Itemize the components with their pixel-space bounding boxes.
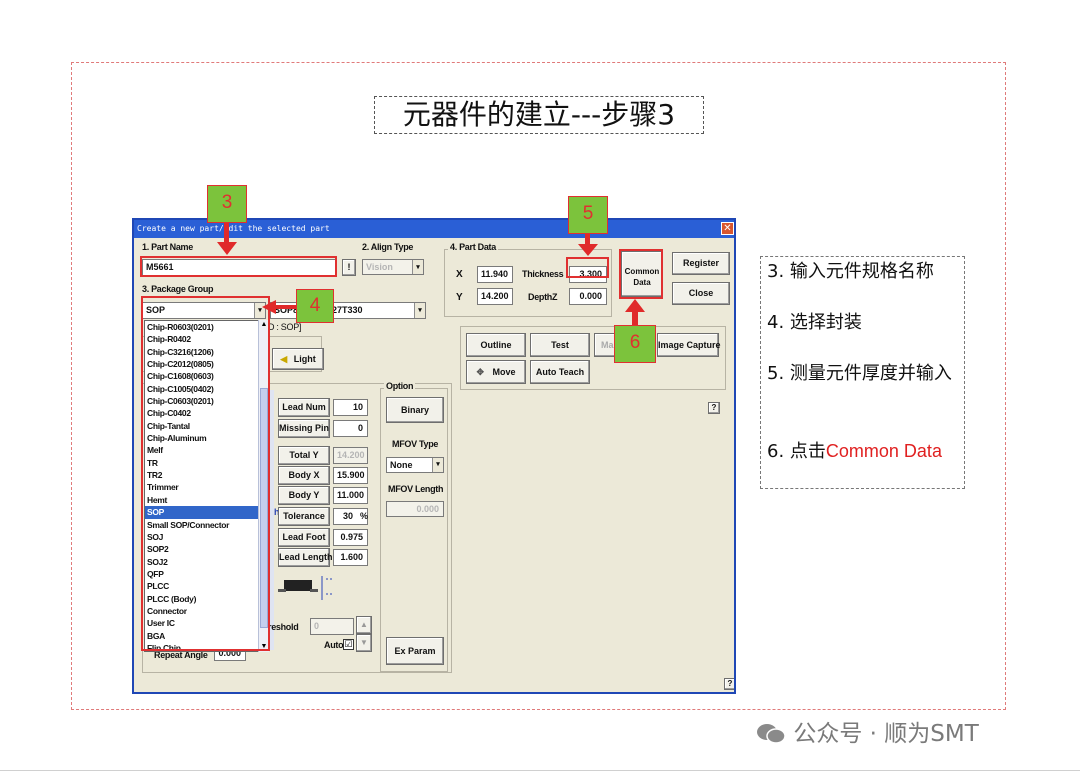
highlight-common-data [619,249,663,299]
mfov-type-label: MFOV Type [392,439,439,449]
close-button[interactable]: Close [672,282,730,305]
auto-teach-button[interactable]: Auto Teach [530,360,590,384]
move-label: Move [492,367,516,377]
bulb-icon: ◀ [280,354,288,364]
step-4-text: 4. 选择封装 [767,312,862,333]
move-icon: ✥ [476,367,484,377]
mfov-type-select[interactable]: None ▾ [386,457,444,473]
step-6-prefix: 6. 点击 [767,441,826,462]
auto-checkbox[interactable]: ☑ [343,639,354,650]
step-6-highlight: Common Data [825,441,942,461]
y-label: Y [456,292,463,303]
body-y-label: Body Y [278,486,330,505]
watermark-text: 公众号 · 顺为SMT [793,721,979,747]
tolerance-unit: % [360,511,368,521]
step-6-text: 6. 点击Common Data [767,439,963,464]
step-5-text: 5. 测量元件厚度并输入 [767,363,952,384]
cad-info-label: D : SOP] [268,322,302,332]
option-group [380,388,448,672]
part-name-label: 1. Part Name [142,242,193,252]
chevron-down-icon: ▾ [432,458,443,472]
missing-pin-label: Missing Pin [278,419,330,438]
light-button[interactable]: ◀ Light [272,348,324,370]
tolerance-label: Tolerance [278,507,330,526]
ex-param-button[interactable]: Ex Param [386,637,444,665]
missing-pin-field[interactable]: 0 [333,420,368,437]
arrow-down-icon [578,244,598,256]
total-y-label: Total Y [278,446,330,465]
light-label: Light [293,354,316,364]
lead-foot-field[interactable]: 0.975 [333,529,368,546]
wechat-icon [756,722,786,744]
lead-num-label: Lead Num [278,398,330,417]
depthz-label: DepthZ [528,292,558,302]
callout-6: 6 [614,325,656,363]
threshold-up-button[interactable]: ▲ [356,616,372,634]
arrow-down-icon [217,242,237,255]
binary-button[interactable]: Binary [386,397,444,423]
align-type-select[interactable]: Vision ▾ [362,259,424,275]
arrow-left-icon [262,300,276,314]
chevron-down-icon: ▾ [414,303,425,318]
instruction-panel: 3. 输入元件规格名称 4. 选择封装 5. 测量元件厚度并输入 6. 点击Co… [760,256,965,489]
body-x-field[interactable]: 15.900 [333,467,368,484]
y-field[interactable]: 14.200 [477,288,513,305]
callout-5: 5 [568,196,608,234]
lead-foot-label: Lead Foot [278,528,330,547]
align-type-value: Vision [366,262,393,272]
chevron-down-icon: ▾ [412,260,423,274]
part-data-label: 4. Part Data [448,242,498,252]
x-label: X [456,269,463,280]
slide-title: 元器件的建立---步骤3 [374,96,704,134]
body-x-label: Body X [278,466,330,485]
highlight-thickness [566,257,609,278]
auto-label: Auto [324,640,344,650]
callout-4: 4 [296,289,334,323]
close-icon[interactable]: ✕ [721,222,734,235]
option-label: Option [384,381,416,391]
threshold-label: reshold [268,622,299,632]
body-y-field[interactable]: 11.000 [333,487,368,504]
total-y-field[interactable]: 14.200 [333,447,368,464]
depthz-field[interactable]: 0.000 [569,288,607,305]
highlight-package-list [141,296,270,651]
highlight-part-name [140,256,337,277]
package-group-label: 3. Package Group [142,284,214,294]
arrow-up-icon [625,299,645,312]
footer-divider [0,770,1080,771]
mfov-type-value: None [390,460,413,470]
register-button[interactable]: Register [672,252,730,275]
test-button[interactable]: Test [530,333,590,357]
threshold-down-button[interactable]: ▼ [356,634,372,652]
lead-num-field[interactable]: 10 [333,399,368,416]
outline-button[interactable]: Outline [466,333,526,357]
part-name-lookup-button[interactable]: ! [342,259,356,276]
threshold-field[interactable]: 0 [310,618,354,635]
lead-length-field[interactable]: 1.600 [333,549,368,566]
callout-3: 3 [207,185,247,223]
arrow-4-shaft [274,305,296,309]
sop-package-diagram [278,576,334,600]
image-capture-button[interactable]: Image Capture [657,333,721,357]
x-field[interactable]: 11.940 [477,266,513,283]
watermark: 公众号 · 顺为SMT [756,714,979,748]
thickness-label: Thickness [522,269,564,279]
tolerance-value: 30 [342,511,353,521]
arrow-6-shaft [632,310,638,325]
move-button[interactable]: ✥ Move [466,360,526,384]
step-3-text: 3. 输入元件规格名称 [767,261,934,282]
mfov-length-label: MFOV Length [388,484,444,494]
lead-length-label: Lead Length [278,548,333,567]
align-type-label: 2. Align Type [362,242,414,252]
help-icon[interactable]: ? [708,402,720,414]
help-icon-bottom[interactable]: ? [724,678,734,690]
mfov-length-field[interactable]: 0.000 [386,501,444,517]
